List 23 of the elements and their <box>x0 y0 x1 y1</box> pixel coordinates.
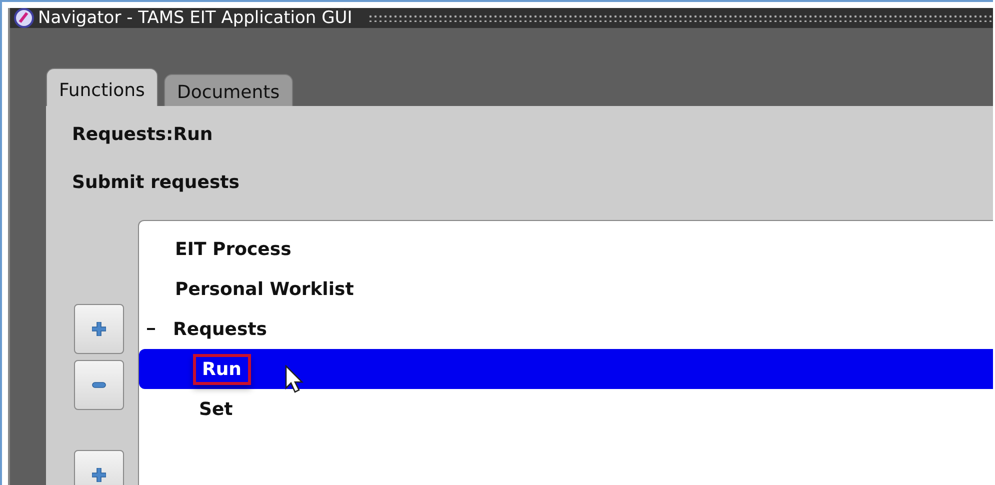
window-title: Navigator - TAMS EIT Application GUI <box>38 8 352 28</box>
tree-item[interactable]: Set <box>139 389 993 429</box>
pointer-icon <box>285 365 305 393</box>
tree-item-label: Personal Worklist <box>174 278 355 302</box>
tree-item[interactable]: Requests <box>139 309 993 349</box>
tab[interactable]: Functions <box>46 68 158 106</box>
minus-icon <box>92 382 106 388</box>
plus-icon <box>92 468 106 482</box>
function-heading: Requests:Run <box>72 124 214 147</box>
app-logo-icon <box>14 8 34 28</box>
expand-button[interactable] <box>74 450 124 485</box>
tree-item-label: Run <box>193 354 250 384</box>
tree-item-label: EIT Process <box>174 238 292 262</box>
function-description: Submit requests <box>72 172 240 195</box>
collapse-button[interactable] <box>74 360 124 410</box>
tree-item-label: Set <box>198 398 234 422</box>
tree-item-label: Requests <box>172 318 268 342</box>
tree-item[interactable]: Personal Worklist <box>139 269 993 309</box>
tree-item[interactable]: EIT Process <box>139 229 993 269</box>
plus-icon <box>92 322 106 336</box>
tree-item[interactable]: Run <box>139 349 993 389</box>
tab[interactable]: Documents <box>164 74 293 106</box>
expand-button[interactable] <box>74 304 124 354</box>
